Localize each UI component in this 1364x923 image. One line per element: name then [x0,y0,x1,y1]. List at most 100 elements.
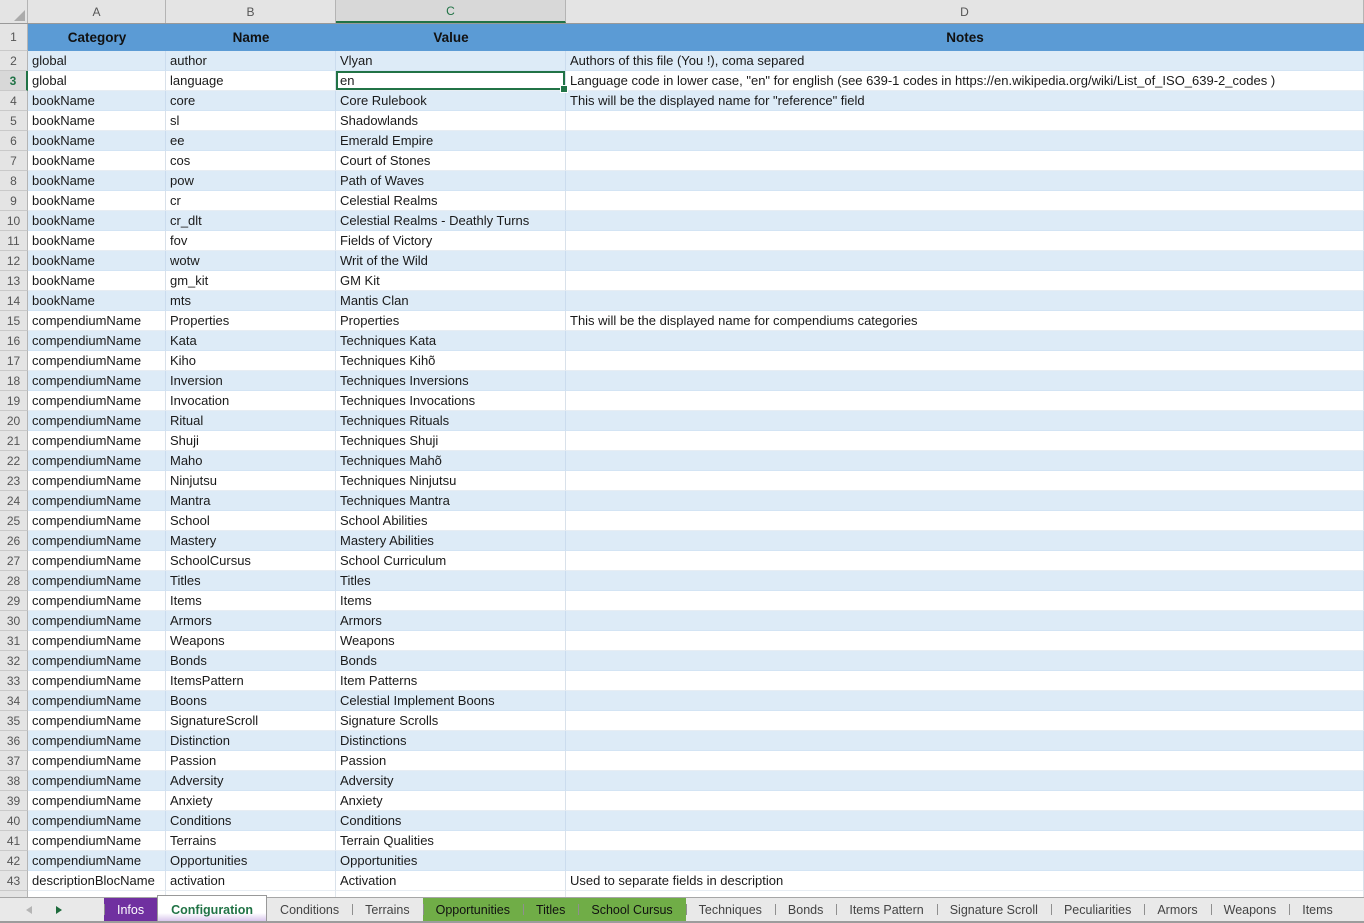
cell-name[interactable]: Ritual [166,411,336,431]
cell-notes[interactable] [566,811,1364,831]
row-number[interactable]: 40 [0,811,28,831]
cell-value[interactable]: Distinctions [336,731,566,751]
cell-notes[interactable] [566,271,1364,291]
cell-value[interactable]: Mantis Clan [336,291,566,311]
cell-category[interactable]: bookName [28,231,166,251]
cell-name[interactable]: ItemsPattern [166,671,336,691]
cell-category[interactable]: compendiumName [28,671,166,691]
cell-value[interactable]: Signature Scrolls [336,711,566,731]
cell-notes[interactable] [566,171,1364,191]
cell-notes[interactable] [566,531,1364,551]
cell-value[interactable]: School Abilities [336,511,566,531]
cell-notes[interactable] [566,211,1364,231]
sheet-tab[interactable]: Signature Scroll [937,898,1051,921]
cell-notes[interactable] [566,771,1364,791]
cell-notes[interactable] [566,411,1364,431]
cell-notes[interactable] [566,471,1364,491]
row-number[interactable]: 26 [0,531,28,551]
cell-category[interactable]: compendiumName [28,531,166,551]
sheet-tab[interactable]: Opportunities [423,898,523,921]
row-number[interactable]: 39 [0,791,28,811]
row-number[interactable]: 17 [0,351,28,371]
cell-category[interactable]: compendiumName [28,771,166,791]
row-number[interactable]: 24 [0,491,28,511]
row-number[interactable]: 16 [0,331,28,351]
cell-name[interactable]: Inversion [166,371,336,391]
cell-value[interactable]: Core Rulebook [336,91,566,111]
cell-value[interactable]: Bonds [336,651,566,671]
cell-category[interactable]: compendiumName [28,451,166,471]
cell-name[interactable]: Weapons [166,631,336,651]
cell-value[interactable]: Techniques Shuji [336,431,566,451]
row-number[interactable]: 1 [0,24,28,51]
cell-value[interactable]: Celestial Implement Boons [336,691,566,711]
table-header-cell[interactable]: Name [166,24,336,51]
row-number[interactable]: 33 [0,671,28,691]
cell-category[interactable]: compendiumName [28,411,166,431]
cell-category[interactable]: compendiumName [28,511,166,531]
cell-name[interactable]: Properties [166,311,336,331]
cell-category[interactable]: compendiumName [28,711,166,731]
sheet-tab[interactable]: Items Pattern [836,898,936,921]
cell-value[interactable]: Anxiety [336,791,566,811]
cell-name[interactable]: fov [166,231,336,251]
cell-notes[interactable] [566,611,1364,631]
cell-category[interactable]: compendiumName [28,571,166,591]
cell-name[interactable]: Ninjutsu [166,471,336,491]
sheet-tab[interactable]: Peculiarities [1051,898,1144,921]
cell-name[interactable]: activation [166,871,336,891]
cell-category[interactable]: compendiumName [28,831,166,851]
cell-value[interactable]: Mastery Abilities [336,531,566,551]
cell-name[interactable]: SignatureScroll [166,711,336,731]
cell-category[interactable]: bookName [28,111,166,131]
cell-name[interactable]: Bonds [166,651,336,671]
cell-category[interactable]: bookName [28,251,166,271]
cell-name[interactable]: Anxiety [166,791,336,811]
cell-value[interactable]: Passion [336,751,566,771]
cell-name[interactable]: Shuji [166,431,336,451]
row-number[interactable]: 19 [0,391,28,411]
cell-notes[interactable] [566,731,1364,751]
sheet-tab[interactable]: Titles [523,898,578,921]
cell-value[interactable]: Weapons [336,631,566,651]
row-number[interactable]: 31 [0,631,28,651]
cell-category[interactable]: compendiumName [28,731,166,751]
cell-value[interactable]: Vlyan [336,51,566,71]
cell-notes[interactable] [566,151,1364,171]
cell-name[interactable]: Armors [166,611,336,631]
cell-category[interactable]: compendiumName [28,691,166,711]
cell-notes[interactable] [566,291,1364,311]
row-number[interactable]: 10 [0,211,28,231]
cell-category[interactable]: bookName [28,211,166,231]
cell-category[interactable]: bookName [28,291,166,311]
row-number[interactable]: 27 [0,551,28,571]
cell-name[interactable]: language [166,71,336,91]
cell-value[interactable]: en [336,71,566,91]
cell-category[interactable]: global [28,51,166,71]
cell-category[interactable]: global [28,71,166,91]
row-number[interactable]: 5 [0,111,28,131]
cell-notes[interactable] [566,451,1364,471]
cell-value[interactable]: Properties [336,311,566,331]
cell-value[interactable]: Techniques Mahõ [336,451,566,471]
cell-name[interactable]: Opportunities [166,851,336,871]
cell-category[interactable]: compendiumName [28,811,166,831]
cell-value[interactable]: Fields of Victory [336,231,566,251]
cell-value[interactable]: Titles [336,571,566,591]
cell-category[interactable]: bookName [28,171,166,191]
row-number[interactable]: 21 [0,431,28,451]
sheet-tab[interactable]: Weapons [1211,898,1290,921]
row-number[interactable]: 25 [0,511,28,531]
cell-category[interactable]: compendiumName [28,391,166,411]
cell-name[interactable]: Boons [166,691,336,711]
row-number[interactable]: 12 [0,251,28,271]
cell-name[interactable]: pow [166,171,336,191]
cell-notes[interactable]: Used to separate fields in description [566,871,1364,891]
cell-category[interactable]: compendiumName [28,591,166,611]
cell-name[interactable]: wotw [166,251,336,271]
cell-notes[interactable] [566,391,1364,411]
sheet-tab[interactable]: Configuration [157,895,267,921]
cell-name[interactable]: cr [166,191,336,211]
cell-notes[interactable] [566,851,1364,871]
table-header-cell[interactable]: Value [336,24,566,51]
